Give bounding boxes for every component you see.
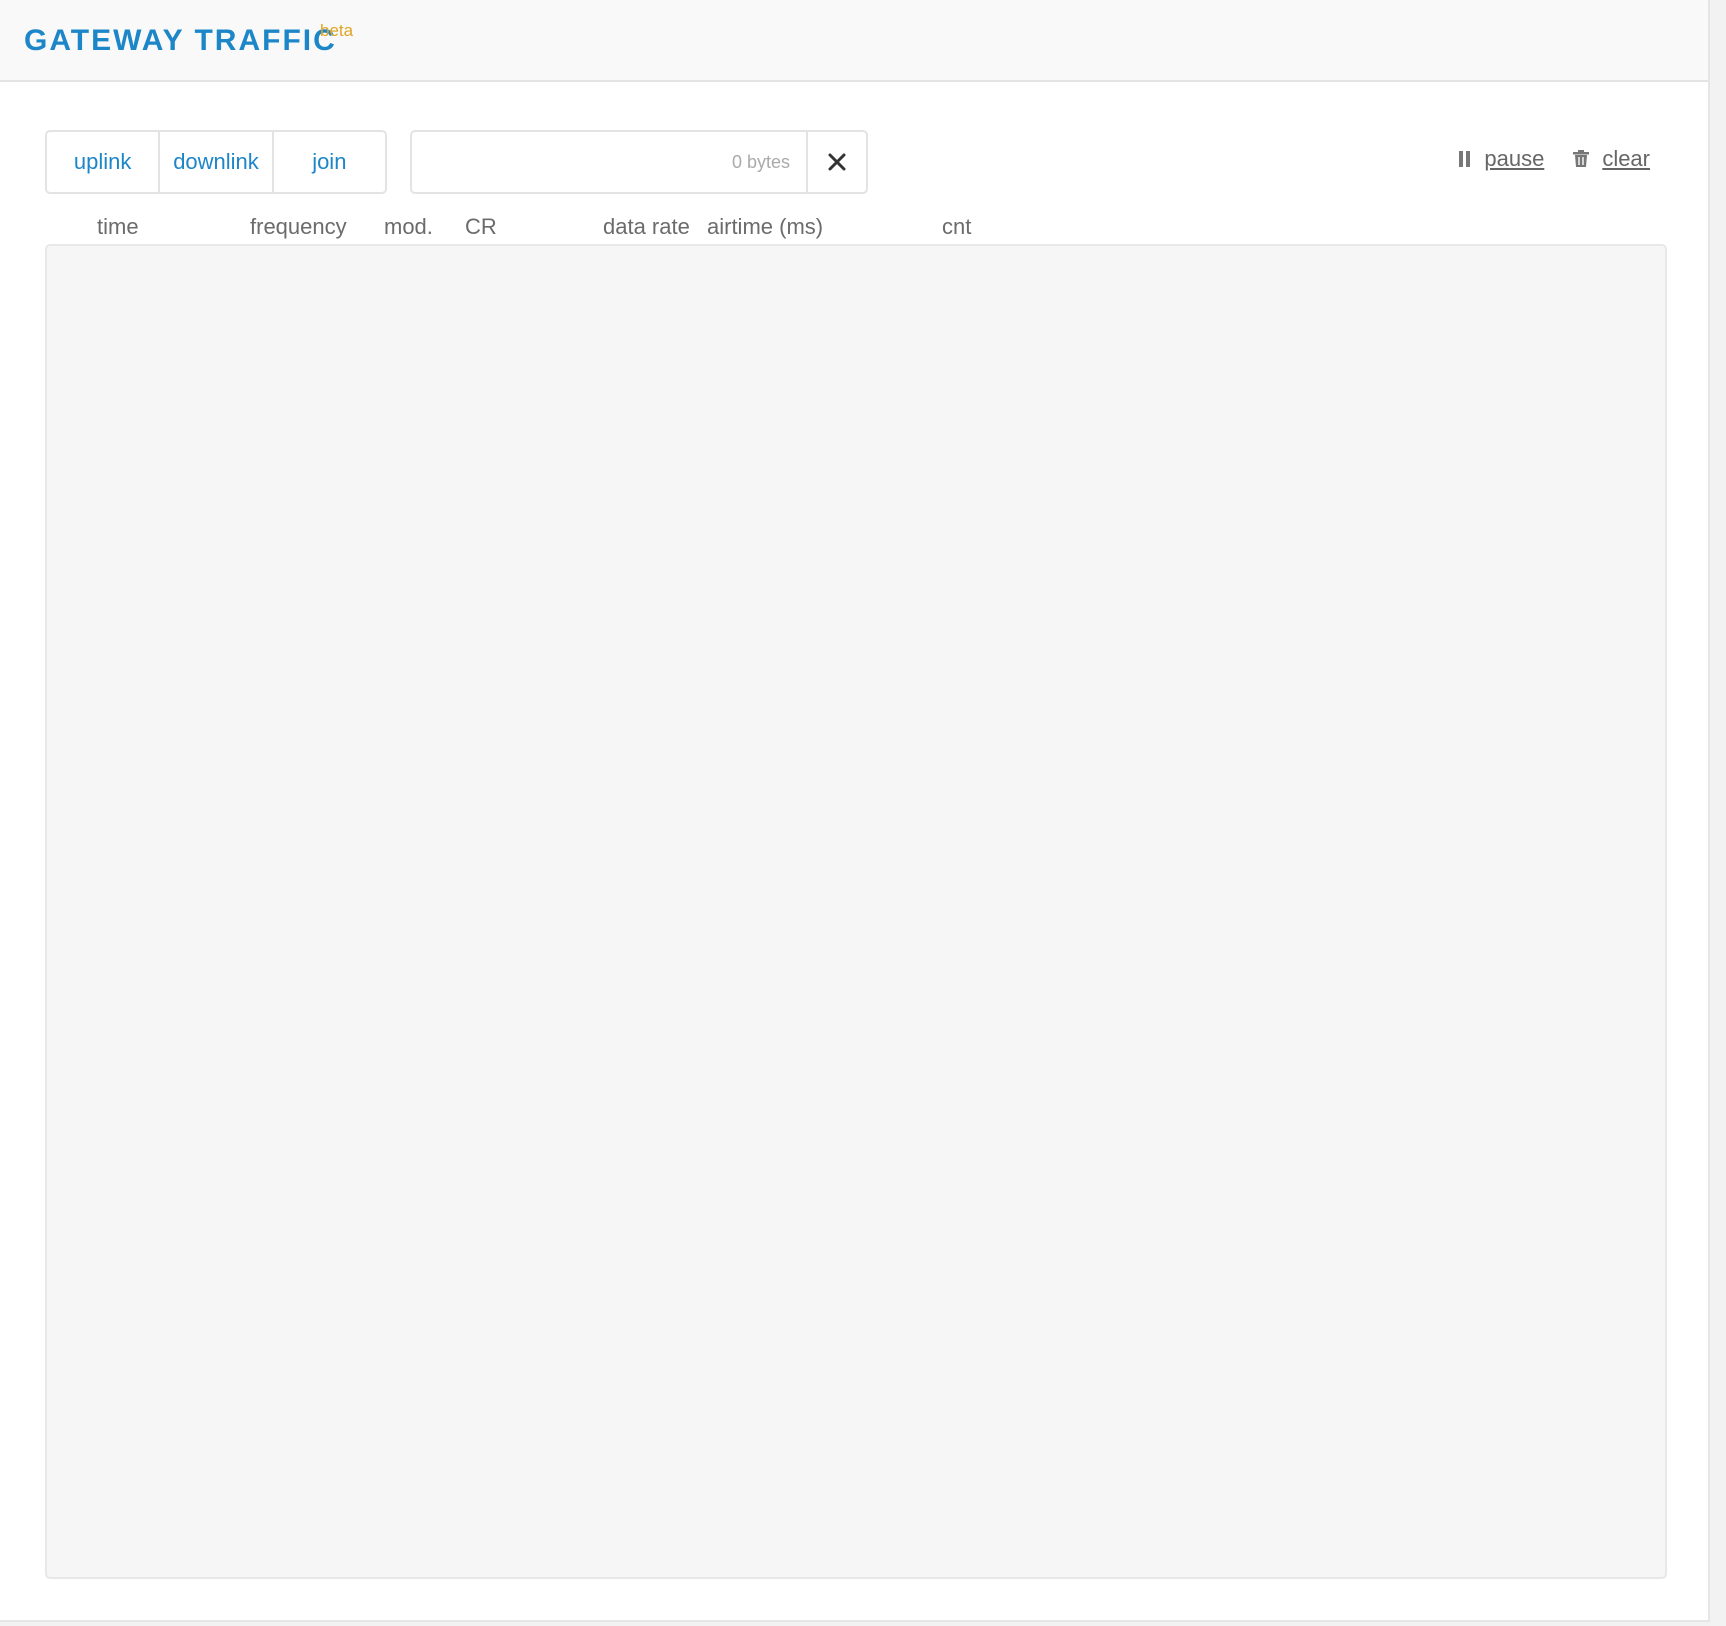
close-icon: [828, 153, 846, 171]
clear-label: clear: [1602, 146, 1650, 171]
column-header-modulation: mod.: [384, 214, 433, 239]
column-header-coding-rate: CR: [465, 214, 497, 239]
column-header-time: time: [97, 214, 139, 239]
traffic-log[interactable]: [45, 244, 1667, 1579]
page-title: GATEWAY TRAFFIC: [24, 24, 337, 57]
payload-filter: [410, 130, 868, 194]
clear-filter-button[interactable]: [806, 132, 866, 192]
pause-button[interactable]: pause: [1458, 146, 1544, 172]
clear-button[interactable]: clear: [1572, 146, 1650, 172]
traffic-type-filter: uplink downlink join: [45, 130, 387, 194]
filter-uplink-button[interactable]: uplink: [47, 132, 161, 192]
pause-label: pause: [1484, 146, 1545, 171]
pause-icon: [1459, 151, 1471, 167]
traffic-actions: pause clear: [1458, 146, 1650, 172]
column-header-frequency: frequency: [250, 214, 347, 239]
traffic-column-headers: time frequency mod. CR data rate airtime…: [45, 214, 1667, 244]
column-header-data-rate: data rate: [603, 214, 690, 239]
beta-badge: beta: [320, 21, 354, 40]
column-header-airtime: airtime (ms): [707, 214, 824, 239]
panel-header: GATEWAY TRAFFIC beta: [0, 0, 1708, 82]
column-header-count: cnt: [942, 214, 972, 239]
filter-downlink-button[interactable]: downlink: [160, 132, 274, 192]
gateway-traffic-panel: GATEWAY TRAFFIC beta uplink downlink joi…: [0, 0, 1710, 1622]
payload-filter-input[interactable]: [412, 132, 806, 192]
filter-join-button[interactable]: join: [274, 132, 385, 192]
trash-icon: [1573, 150, 1590, 167]
